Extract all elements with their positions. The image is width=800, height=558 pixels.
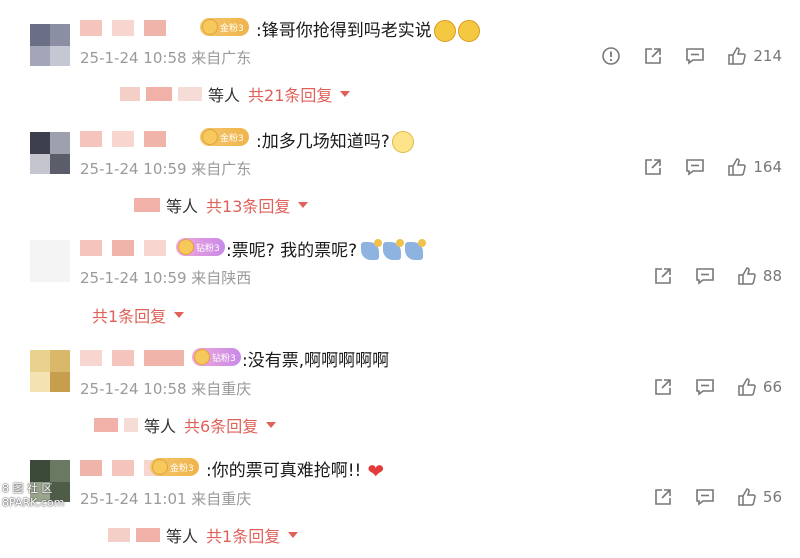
reply-user-blurred [178,87,202,101]
rocket-emoji-icon [361,239,383,260]
fan-badge[interactable]: 金粉3 [150,458,199,476]
comment-meta: 25-1-24 10:58 来自广东 [80,49,252,67]
laugh-emoji-icon [433,20,456,42]
username-blurred[interactable] [80,240,166,258]
avatar[interactable] [30,24,70,66]
comment-actions: 88 [631,266,782,286]
username-blurred[interactable] [80,131,166,149]
like-icon [728,158,747,176]
smile-emoji-icon [391,131,414,153]
comment-icon[interactable] [695,266,715,286]
reply-user-blurred [108,528,130,542]
like-count: 66 [762,378,782,396]
reply-summary[interactable]: 等人 共6条回复 [94,413,277,437]
comment-actions: 214 [579,46,782,66]
view-replies-link[interactable]: 共6条回复 [184,413,258,437]
comment-actions: 56 [631,487,782,507]
reply-user-blurred [146,87,172,101]
like-count: 56 [762,488,782,506]
like-icon [738,488,756,506]
username-blurred[interactable] [80,20,166,38]
like-count: 164 [753,158,782,176]
comment-icon[interactable] [685,46,705,66]
reply-summary[interactable]: 等人 共13条回复 [134,193,309,217]
like-count: 214 [753,47,782,65]
like-button[interactable]: 88 [737,266,782,286]
view-replies-link[interactable]: 共1条回复 [206,523,280,547]
share-icon[interactable] [653,266,673,286]
watermark-line: 8PARK.com [2,496,65,509]
like-icon [738,267,756,285]
comment-text: :票呢? 我的票呢? [226,236,427,261]
comment-text: :加多几场知道吗? [256,127,414,153]
reply-user-blurred [134,198,160,212]
chevron-down-icon [174,312,185,318]
like-button[interactable]: 66 [737,377,782,397]
share-icon[interactable] [653,487,673,507]
like-icon [738,378,756,396]
avatar[interactable] [30,350,70,392]
reply-user-blurred [94,418,118,432]
heart-icon: ❤ [367,459,385,483]
like-button[interactable]: 164 [727,157,782,177]
avatar[interactable] [30,132,70,174]
view-replies-link[interactable]: 共21条回复 [248,82,332,106]
share-icon[interactable] [643,46,663,66]
fan-badge[interactable]: 钻粉3 [176,238,225,256]
comment-meta: 25-1-24 10:58 来自重庆 [80,380,252,398]
reply-user-blurred [124,418,138,432]
comment-actions: 66 [631,377,782,397]
comment-text: :没有票,啊啊啊啊啊 [242,351,390,371]
username-blurred[interactable] [80,350,184,368]
comment-icon[interactable] [685,157,705,177]
chevron-down-icon [288,532,299,538]
like-count: 88 [762,267,782,285]
like-button[interactable]: 56 [737,487,782,507]
crown-icon [152,459,168,475]
share-icon[interactable] [653,377,673,397]
chevron-down-icon [340,91,351,97]
comment-meta: 25-1-24 11:01 来自重庆 [80,490,252,508]
reply-summary[interactable]: 共1条回复 [92,303,185,327]
watermark-line: 8 图 社 区 [2,482,53,495]
comment-text: :锋哥你抢得到吗老实说 [256,16,480,42]
reply-summary[interactable]: 等人 共21条回复 [120,82,351,106]
reply-summary[interactable]: 等人 共1条回复 [108,523,299,547]
chevron-down-icon [298,202,309,208]
fan-badge[interactable]: 金粉3 [200,18,249,36]
rocket-emoji-icon [405,239,427,260]
crown-icon [194,349,210,365]
chevron-down-icon [266,422,277,428]
rocket-emoji-icon [383,239,405,260]
watermark: 8 图 社 区 8PARK.com [2,482,74,510]
comment-actions: 164 [621,157,782,177]
reply-user-blurred [136,528,160,542]
like-button[interactable]: 214 [727,46,782,66]
share-icon[interactable] [643,157,663,177]
crown-icon [202,129,218,145]
fan-badge[interactable]: 钻粉3 [192,348,241,366]
laugh-emoji-icon [457,20,480,42]
view-replies-link[interactable]: 共13条回复 [206,193,290,217]
like-icon [728,47,747,65]
comment-meta: 25-1-24 10:59 来自广东 [80,160,252,178]
fan-badge[interactable]: 金粉3 [200,128,249,146]
comment-meta: 25-1-24 10:59 来自陕西 [80,269,252,287]
reply-user-blurred [120,87,140,101]
crown-icon [202,19,218,35]
comment-icon[interactable] [695,377,715,397]
comment-text: :你的票可真难抢啊!! ❤ [206,459,385,483]
avatar[interactable] [30,240,70,282]
report-icon[interactable] [601,46,621,66]
crown-icon [178,239,194,255]
view-replies-link[interactable]: 共1条回复 [92,303,166,327]
comment-icon[interactable] [695,487,715,507]
